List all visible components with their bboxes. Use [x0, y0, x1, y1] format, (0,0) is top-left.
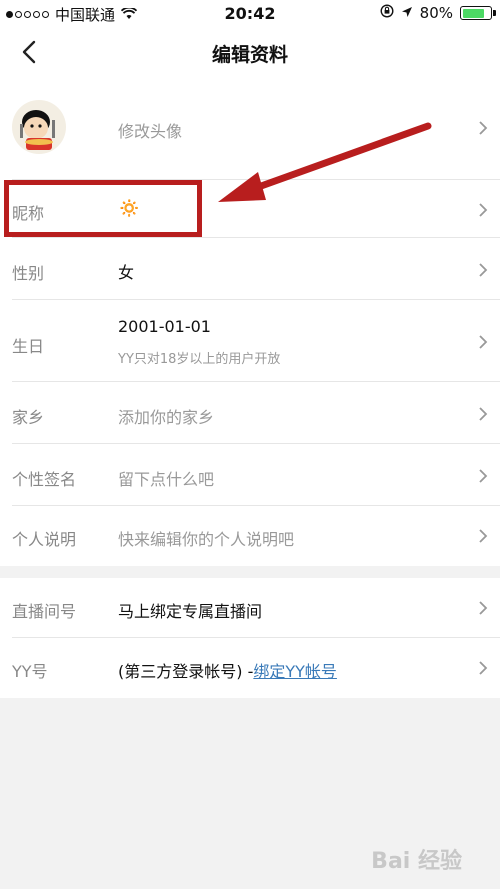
chevron-right-icon [479, 203, 488, 217]
watermark-text: Bai 经验 [371, 849, 462, 874]
status-bar: 中国联通 20:42 80% [0, 0, 500, 28]
chevron-right-icon [479, 601, 488, 615]
avatar [12, 100, 66, 154]
yy-number-note: (第三方登录帐号) - [118, 662, 254, 681]
chevron-right-icon [479, 661, 488, 675]
chevron-right-icon [479, 335, 488, 349]
birthday-hint: YY只对18岁以上的用户开放 [118, 352, 281, 367]
live-room-row[interactable]: 直播间号 马上绑定专属直播间 [0, 578, 500, 638]
chevron-right-icon [479, 469, 488, 483]
birthday-label: 生日 [12, 337, 45, 356]
signature-row[interactable]: 个性签名 留下点什么吧 [0, 444, 500, 506]
navigation-bar: 编辑资料 [0, 28, 500, 76]
yy-number-row[interactable]: YY号 (第三方登录帐号) -绑定YY帐号 [0, 638, 500, 698]
hometown-value: 添加你的家乡 [118, 408, 215, 427]
signature-label: 个性签名 [12, 470, 77, 489]
rotation-lock-icon [380, 4, 394, 22]
watermark: Bai 经验 [371, 843, 462, 875]
gender-value: 女 [118, 263, 135, 282]
chevron-right-icon [479, 407, 488, 421]
chevron-right-icon [479, 121, 488, 135]
chevron-right-icon [479, 263, 488, 277]
bio-label: 个人说明 [12, 530, 77, 549]
bio-value: 快来编辑你的个人说明吧 [118, 530, 295, 549]
page-title: 编辑资料 [211, 44, 288, 66]
bio-row[interactable]: 个人说明 快来编辑你的个人说明吧 [0, 506, 500, 566]
nickname-highlight-box [4, 180, 202, 237]
bind-yy-account-link[interactable]: 绑定YY帐号 [253, 662, 337, 681]
chevron-right-icon [479, 529, 488, 543]
live-room-value: 马上绑定专属直播间 [118, 602, 263, 621]
change-avatar-label: 修改头像 [118, 122, 183, 141]
location-icon [401, 4, 413, 22]
battery-icon [460, 6, 496, 20]
hometown-label: 家乡 [12, 408, 45, 427]
battery-percent: 80% [419, 4, 453, 22]
gender-row[interactable]: 性别 女 [0, 238, 500, 300]
live-room-label: 直播间号 [12, 602, 77, 621]
yy-number-label: YY号 [12, 662, 48, 681]
account-section: 直播间号 马上绑定专属直播间 YY号 (第三方登录帐号) -绑定YY帐号 [0, 578, 500, 698]
annotation-arrow-icon [218, 122, 432, 202]
gender-label: 性别 [12, 264, 45, 283]
hometown-row[interactable]: 家乡 添加你的家乡 [0, 382, 500, 444]
birthday-value: 2001-01-01 [118, 317, 211, 336]
birthday-row[interactable]: 生日 2001-01-01 YY只对18岁以上的用户开放 [0, 300, 500, 382]
yy-number-value: (第三方登录帐号) -绑定YY帐号 [118, 658, 337, 682]
signature-value: 留下点什么吧 [118, 470, 215, 489]
